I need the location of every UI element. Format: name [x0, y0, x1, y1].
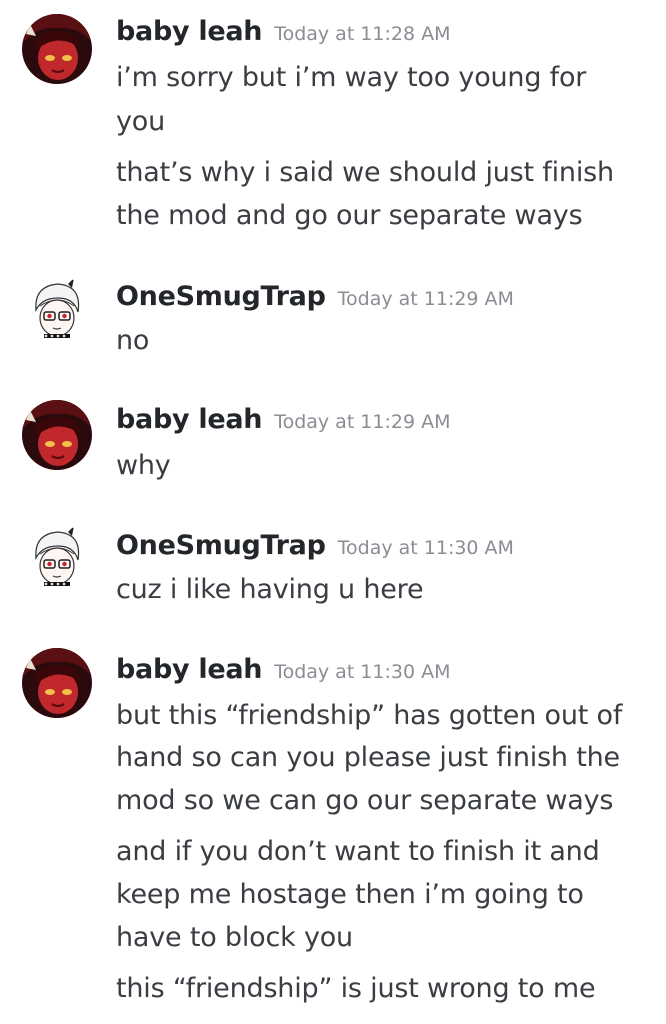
message-text: i’m sorry but i’m way too young for: [116, 62, 587, 93]
username[interactable]: baby leah: [116, 404, 262, 435]
message-text: hand so can you please just finish the: [116, 742, 620, 773]
username[interactable]: OneSmugTrap: [116, 281, 326, 312]
message-text: the mod and go our separate ways: [116, 200, 583, 231]
message-header: baby leah Today at 11:28 AM: [116, 16, 451, 47]
message-text: you: [116, 106, 166, 137]
message-header: OneSmugTrap Today at 11:29 AM: [116, 281, 514, 312]
red-anime-girl-avatar[interactable]: [22, 648, 92, 718]
message-text: no: [116, 325, 150, 356]
red-anime-girl-avatar[interactable]: [22, 400, 92, 470]
red-anime-girl-avatar[interactable]: [22, 14, 92, 84]
timestamp: Today at 11:29 AM: [274, 411, 451, 433]
white-haired-glasses-avatar[interactable]: [22, 524, 92, 594]
username[interactable]: OneSmugTrap: [116, 530, 326, 561]
message-header: OneSmugTrap Today at 11:30 AM: [116, 530, 514, 561]
chat-message-list: baby leah Today at 11:28 AM i’m sorry but…: [0, 0, 666, 1024]
message-text: have to block you: [116, 922, 353, 953]
username[interactable]: baby leah: [116, 654, 262, 685]
message-text: and if you don’t want to finish it and: [116, 836, 600, 867]
timestamp: Today at 11:30 AM: [274, 661, 451, 683]
username[interactable]: baby leah: [116, 16, 262, 47]
message-text: but this “friendship” has gotten out of: [116, 700, 623, 731]
timestamp: Today at 11:29 AM: [337, 288, 514, 310]
white-haired-glasses-avatar[interactable]: [22, 276, 92, 346]
message-text: that’s why i said we should just finish: [116, 157, 614, 188]
message-text: this “friendship” is just wrong to me: [116, 973, 596, 1004]
timestamp: Today at 11:28 AM: [274, 23, 451, 45]
message-header: baby leah Today at 11:29 AM: [116, 404, 451, 435]
message-text: keep me hostage then i’m going to: [116, 879, 584, 910]
timestamp: Today at 11:30 AM: [337, 537, 514, 559]
message-header: baby leah Today at 11:30 AM: [116, 654, 451, 685]
message-text: cuz i like having u here: [116, 574, 424, 605]
message-text: mod so we can go our separate ways: [116, 785, 614, 816]
message-text: why: [116, 450, 171, 481]
